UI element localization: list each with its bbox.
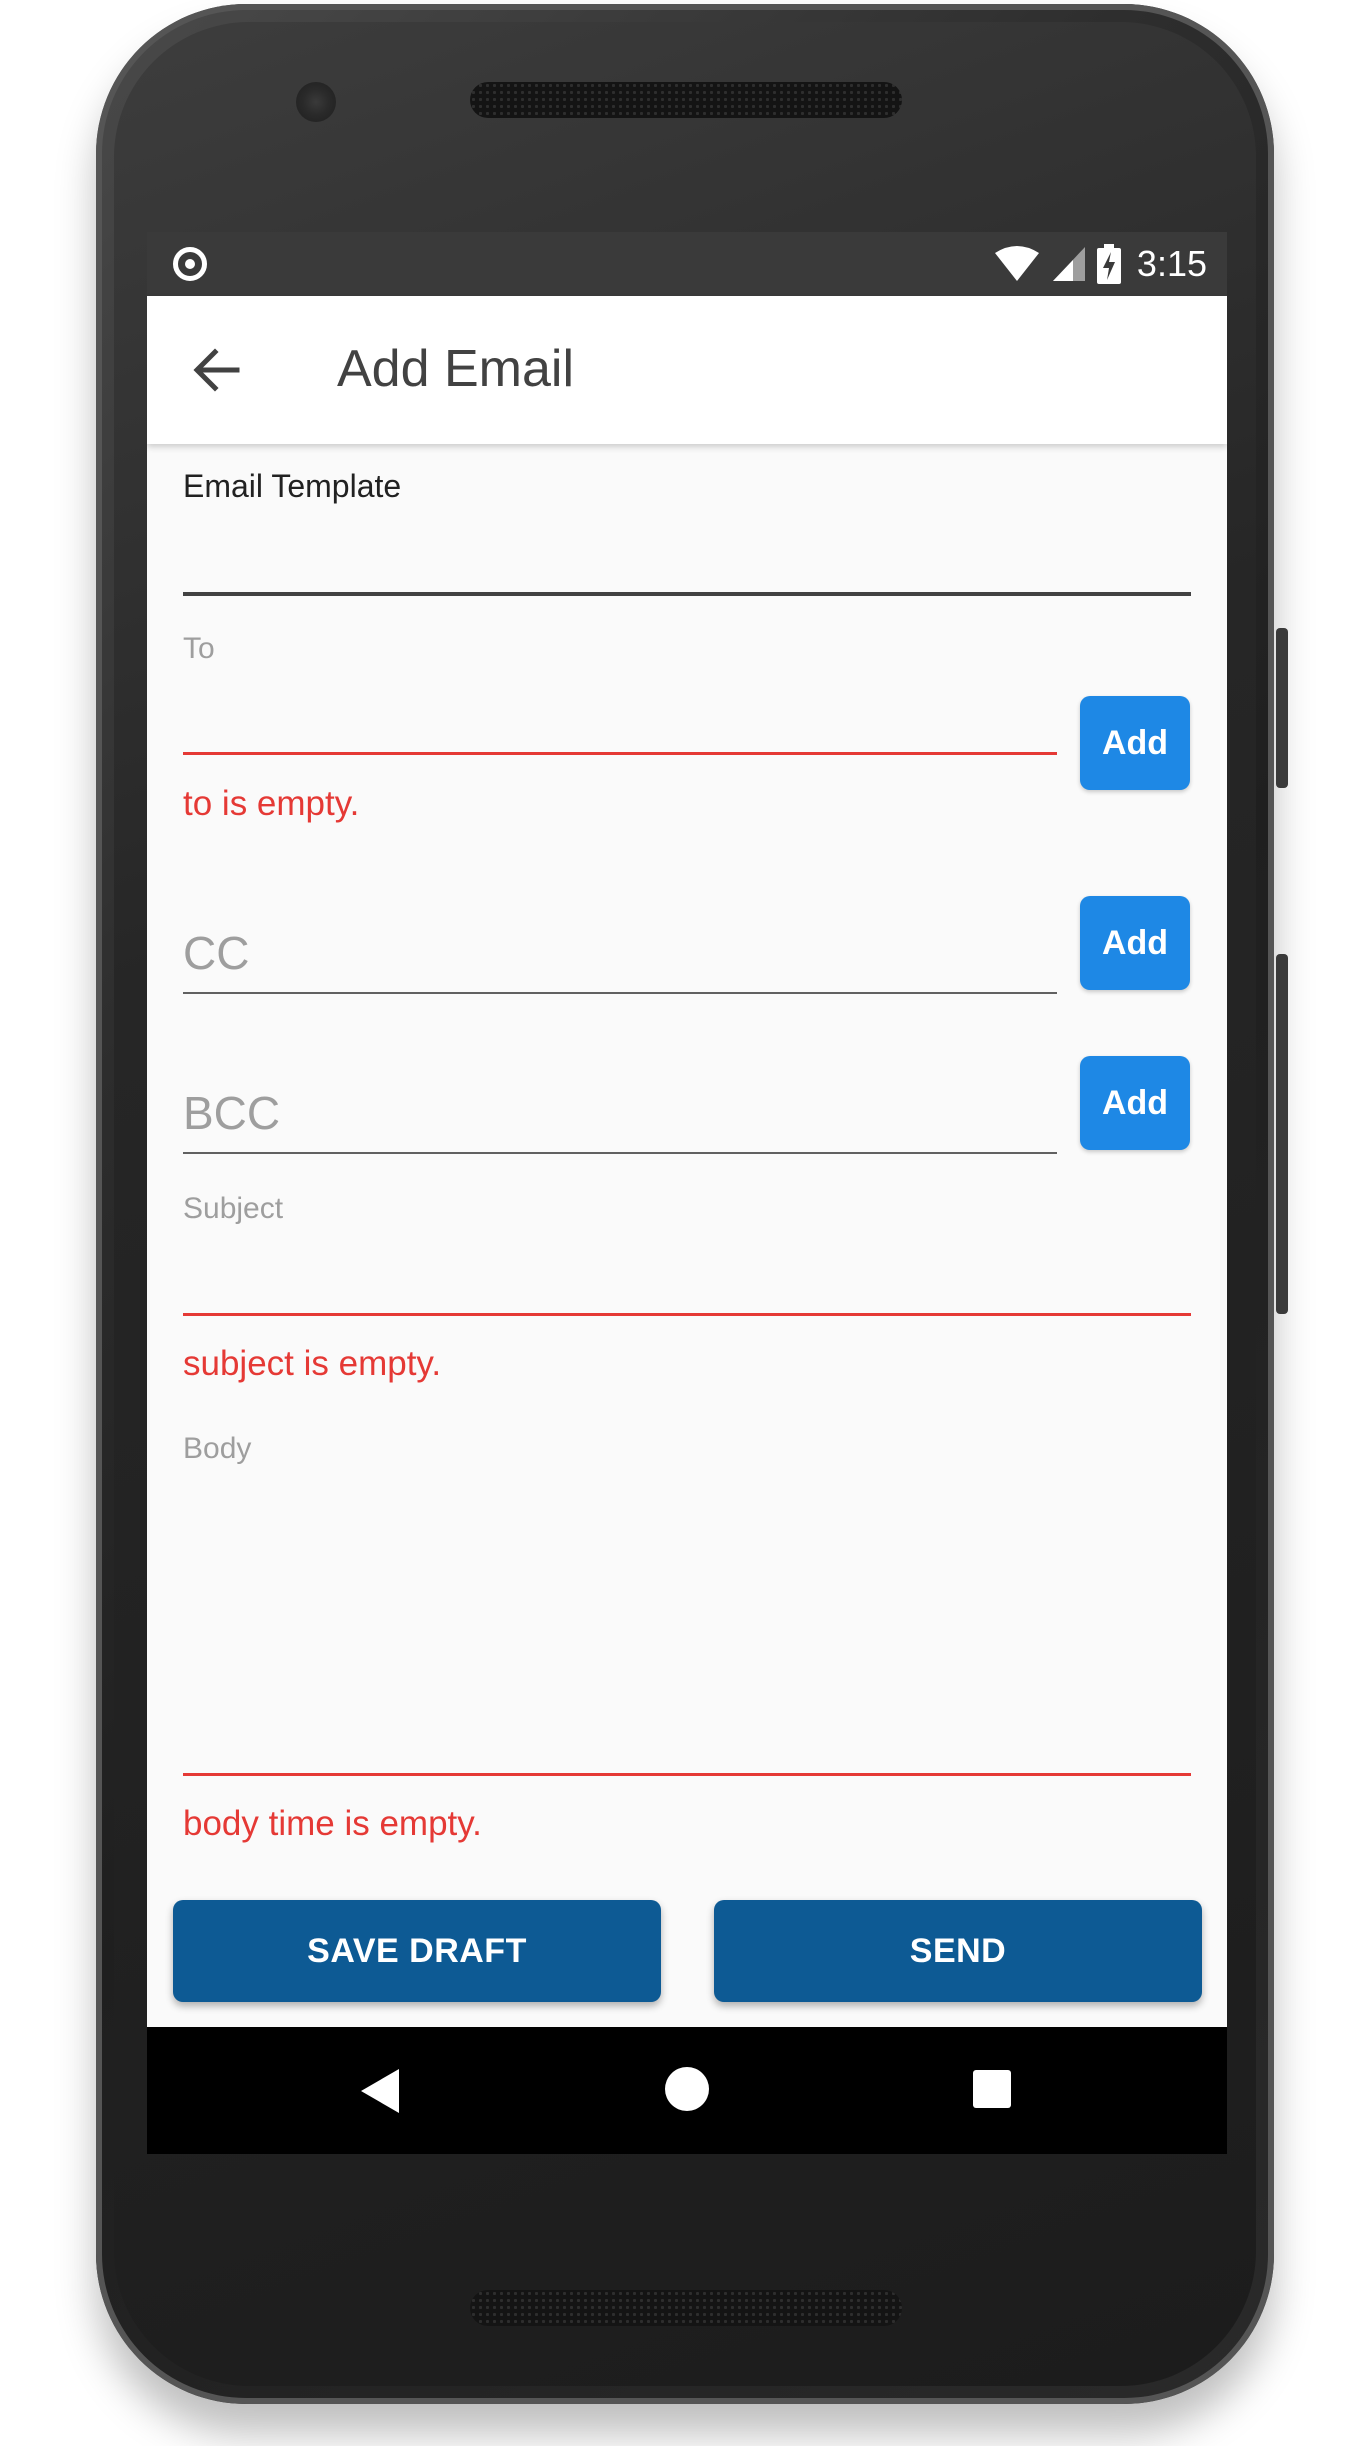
arrow-back-icon: [193, 348, 240, 392]
subject-error: subject is empty.: [183, 1344, 442, 1383]
status-bar: 3:15: [147, 232, 1227, 296]
status-icons: 3:15: [993, 232, 1207, 296]
to-label: To: [183, 632, 215, 665]
to-underline: [183, 752, 1057, 755]
front-camera: [296, 82, 336, 122]
status-time: 3:15: [1136, 243, 1207, 284]
app-bar: Add Email: [147, 296, 1227, 444]
page-title: Add Email: [337, 340, 574, 398]
add-bcc-button[interactable]: Add: [1080, 1056, 1190, 1150]
navigation-bar: [147, 2027, 1227, 2154]
save-draft-button[interactable]: SAVE DRAFT: [173, 1900, 661, 2002]
body-error: body time is empty.: [183, 1804, 482, 1843]
body-textarea[interactable]: [183, 1482, 1191, 1762]
earpiece-speaker: [470, 82, 902, 118]
wifi-icon: [994, 246, 1039, 281]
email-template-label: Email Template: [183, 468, 402, 504]
screen: 3:15 Add Email Email Template To Add to …: [147, 232, 1227, 2154]
back-button[interactable]: [187, 340, 247, 400]
nav-back-icon[interactable]: [361, 2069, 399, 2113]
cc-underline: [183, 992, 1057, 994]
subject-underline: [183, 1313, 1191, 1316]
nav-home-icon[interactable]: [665, 2067, 709, 2111]
bottom-speaker: [470, 2290, 902, 2326]
record-icon: [173, 247, 207, 281]
send-button[interactable]: SEND: [714, 1900, 1202, 2002]
add-cc-button[interactable]: Add: [1080, 896, 1190, 990]
to-input[interactable]: [183, 680, 1055, 736]
to-error: to is empty.: [183, 784, 360, 823]
power-button: [1276, 954, 1288, 1314]
body-label: Body: [183, 1432, 252, 1465]
cc-input[interactable]: [183, 922, 1055, 982]
add-to-button[interactable]: Add: [1080, 696, 1190, 790]
signal-icon: [1052, 247, 1085, 281]
bcc-underline: [183, 1152, 1057, 1154]
bcc-input[interactable]: [183, 1082, 1055, 1142]
nav-recents-icon[interactable]: [973, 2070, 1011, 2108]
email-template-underline: [183, 592, 1191, 596]
body-underline: [183, 1773, 1191, 1776]
email-template-input[interactable]: [183, 522, 1191, 578]
volume-button: [1276, 628, 1288, 788]
subject-input[interactable]: [183, 1242, 1191, 1298]
subject-label: Subject: [183, 1192, 284, 1225]
battery-charging-icon: [1096, 244, 1121, 284]
